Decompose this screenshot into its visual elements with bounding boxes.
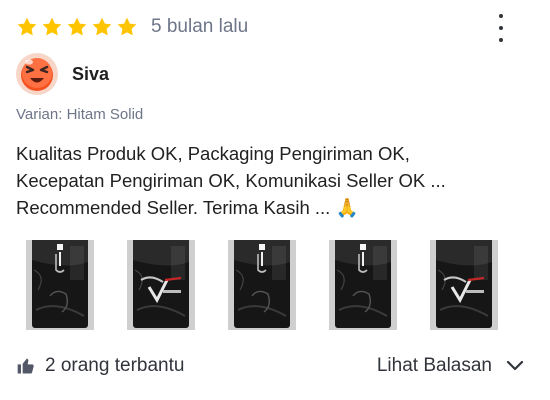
review-footer: 2 orang terbantu Lihat Balasan (16, 352, 524, 380)
review-text: Kualitas Produk OK, Packaging Pengiriman… (16, 140, 536, 221)
review-text-line: Recommended Seller. Terima Kasih ... 🙏 (16, 197, 359, 218)
review-photo-3[interactable] (228, 240, 296, 330)
helpful-button[interactable]: 2 orang terbantu (16, 355, 184, 377)
star-icon (17, 17, 37, 36)
review-age: 5 bulan lalu (151, 16, 249, 37)
review-text-line: Kecepatan Pengiriman OK, Komunikasi Sell… (16, 170, 446, 191)
reviewer: Siva (16, 52, 109, 96)
star-icon (117, 17, 137, 36)
review-photos (26, 240, 498, 330)
photo-image (430, 240, 498, 330)
photo-image (26, 240, 94, 330)
thumbs-up-icon (17, 358, 34, 374)
rating-row: 5 bulan lalu (16, 14, 248, 40)
photo-image (127, 240, 195, 330)
star-icon (67, 17, 87, 36)
variant-label: Varian: Hitam Solid (16, 106, 144, 123)
view-replies-label: Lihat Balasan (376, 355, 492, 376)
review-photo-2[interactable] (127, 240, 195, 330)
photo-image (329, 240, 397, 330)
more-options-button[interactable] (490, 14, 512, 42)
star-rating (16, 16, 138, 38)
star-icon (42, 17, 62, 36)
review-photo-4[interactable] (329, 240, 397, 330)
review-text-line: Kualitas Produk OK, Packaging Pengiriman… (16, 143, 410, 164)
review-photo-1[interactable] (26, 240, 94, 330)
photo-image (228, 240, 296, 330)
more-vertical-icon (499, 14, 503, 18)
angry-face-emoji-icon (21, 58, 53, 91)
helpful-count: 2 orang terbantu (45, 355, 185, 376)
avatar[interactable] (16, 53, 58, 95)
star-icon (92, 17, 112, 36)
review-photo-5[interactable] (430, 240, 498, 330)
chevron-down-icon (506, 360, 524, 371)
reviewer-name[interactable]: Siva (72, 64, 109, 85)
view-replies-button[interactable]: Lihat Balasan (377, 355, 524, 377)
